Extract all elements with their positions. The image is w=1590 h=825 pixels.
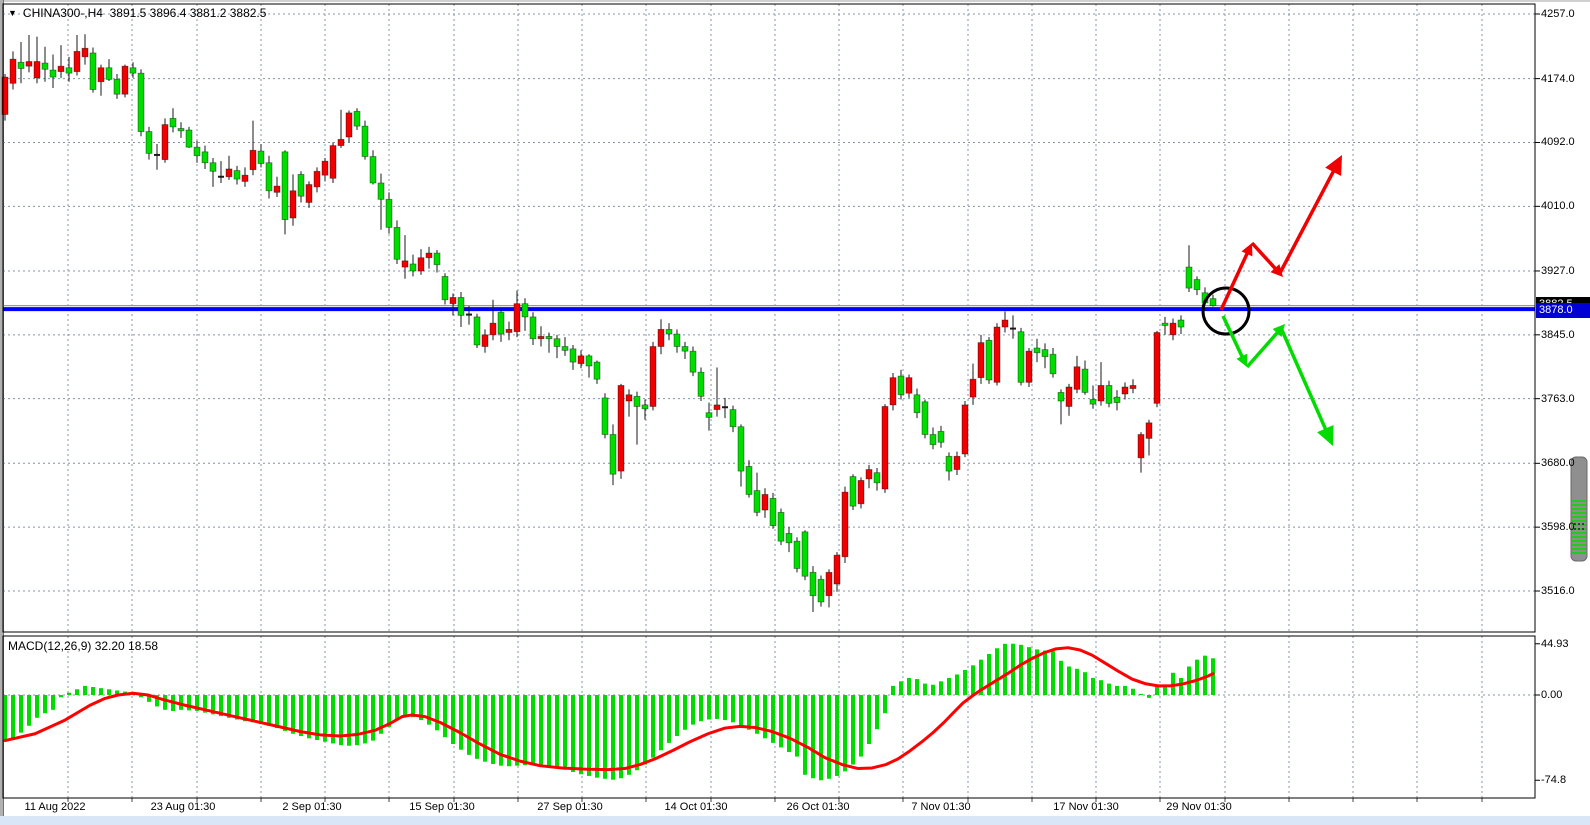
price-axis-label: 3598.0 <box>1541 521 1575 534</box>
price-axis-label: 4092.0 <box>1541 136 1575 149</box>
price-axis-label: 3845.0 <box>1541 329 1575 342</box>
price-axis-label: 3516.0 <box>1541 585 1575 598</box>
macd-axis-label: 44.93 <box>1541 638 1569 651</box>
chart-title: ▼ CHINA300-,H4 3891.5 3896.4 3881.2 3882.… <box>8 6 266 20</box>
scrollbar-thumb[interactable] <box>1571 457 1587 561</box>
ohlc-values-label: 3891.5 3896.4 3881.2 3882.5 <box>110 6 267 20</box>
time-axis-label: 27 Sep 01:30 <box>537 801 602 814</box>
time-axis-label: 17 Nov 01:30 <box>1053 801 1118 814</box>
time-axis-label: 14 Oct 01:30 <box>665 801 728 814</box>
time-axis-label: 15 Sep 01:30 <box>409 801 474 814</box>
time-axis-label: 23 Aug 01:30 <box>151 801 216 814</box>
symbol-timeframe-label: CHINA300-,H4 <box>23 6 103 20</box>
price-axis-label: 4257.0 <box>1541 8 1575 21</box>
macd-axis-label: 0.00 <box>1541 689 1562 702</box>
time-axis-label: 2 Sep 01:30 <box>282 801 341 814</box>
chart-window: ▼ CHINA300-,H4 3891.5 3896.4 3881.2 3882.… <box>0 0 1590 825</box>
symbol-dropdown-icon[interactable]: ▼ <box>8 8 17 18</box>
time-axis-label: 7 Nov 01:30 <box>911 801 970 814</box>
macd-indicator-label: MACD(12,26,9) 32.20 18.58 <box>8 639 158 653</box>
price-axis-label: 4010.0 <box>1541 200 1575 213</box>
price-axis-label: 3763.0 <box>1541 393 1575 406</box>
price-axis-label: 3927.0 <box>1541 265 1575 278</box>
macd-axis-label: -74.8 <box>1541 774 1566 787</box>
time-axis-label: 29 Nov 01:30 <box>1166 801 1231 814</box>
time-axis-label: 11 Aug 2022 <box>25 801 86 814</box>
blue-line-price-tag: 3878.0 <box>1536 303 1590 318</box>
chart-canvas[interactable] <box>0 0 1590 825</box>
time-axis-label: 26 Oct 01:30 <box>787 801 850 814</box>
price-axis-label: 3680.0 <box>1541 457 1575 470</box>
price-axis-label: 4174.0 <box>1541 73 1575 86</box>
